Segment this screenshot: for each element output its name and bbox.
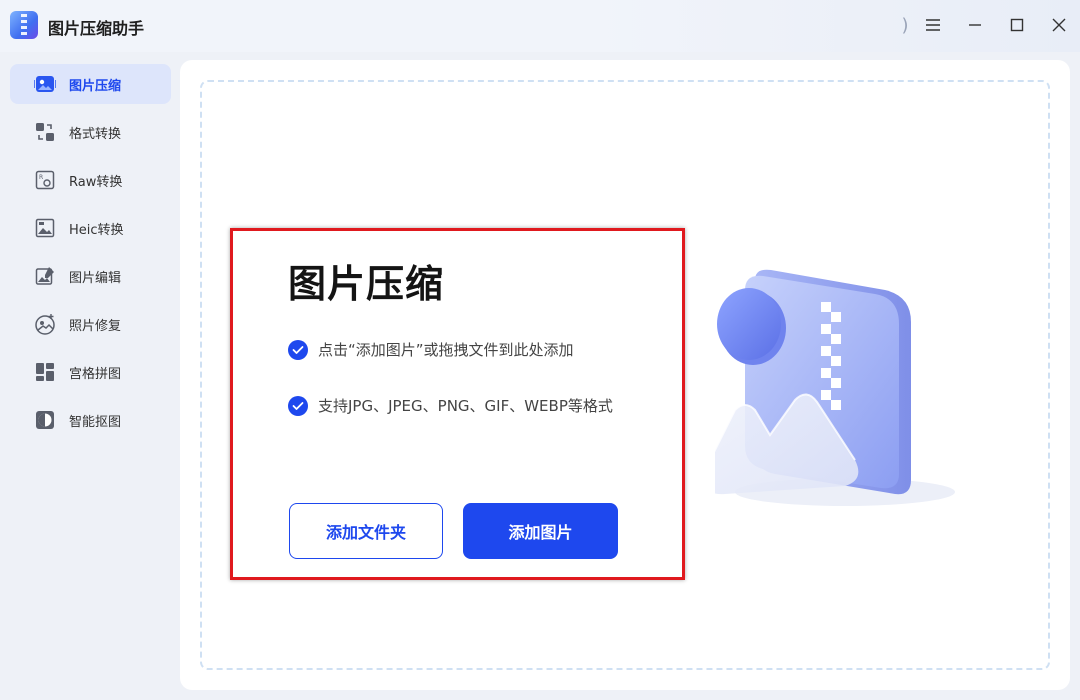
heic-convert-icon [34,217,56,239]
image-edit-icon [34,265,56,287]
partial-icon[interactable]: ) [892,12,918,38]
sidebar-item-image-compress[interactable]: 图片压缩 [10,64,171,104]
sidebar-item-grid-collage[interactable]: 宫格拼图 [10,352,171,392]
sidebar-item-smart-cutout[interactable]: 智能抠图 [10,400,171,440]
image-compress-icon [34,73,56,95]
photo-repair-icon [34,313,56,335]
sidebar-item-image-edit[interactable]: 图片编辑 [10,256,171,296]
close-button[interactable] [1046,12,1072,38]
format-convert-icon [34,121,56,143]
feature-item: 支持JPG、JPEG、PNG、GIF、WEBP等格式 [288,396,618,418]
sidebar-item-raw-convert[interactable]: R Raw转换 [10,160,171,200]
minimize-icon [969,24,981,26]
app-logo [10,11,38,39]
sidebar-item-heic-convert[interactable]: Heic转换 [10,208,171,248]
main-panel: 图片压缩 点击“添加图片”或拖拽文件到此处添加 支持JPG、JPEG、PNG、G… [180,60,1070,690]
feature-item: 点击“添加图片”或拖拽文件到此处添加 [288,340,618,362]
compress-illustration [715,269,955,506]
feature-text: 点击“添加图片”或拖拽文件到此处添加 [318,341,574,359]
app-title: 图片压缩助手 [48,19,145,38]
smart-cutout-icon [34,409,56,431]
add-folder-button[interactable]: 添加文件夹 [289,503,443,559]
add-image-button[interactable]: 添加图片 [463,503,618,559]
title-bar: 图片压缩助手 ) [0,0,1080,52]
raw-convert-icon: R [34,169,56,191]
menu-icon [926,19,940,31]
feature-text: 支持JPG、JPEG、PNG、GIF、WEBP等格式 [318,397,613,415]
check-icon [288,396,308,416]
sidebar: 图片压缩 格式转换 R Raw转换 Heic转换 图片编辑 照片修复 宫格拼图 [0,52,180,700]
maximize-button[interactable] [1004,12,1030,38]
sidebar-item-photo-repair[interactable]: 照片修复 [10,304,171,344]
sidebar-item-format-convert[interactable]: 格式转换 [10,112,171,152]
page-heading: 图片压缩 [288,262,445,306]
check-icon [288,340,308,360]
maximize-icon [1010,18,1024,32]
grid-collage-icon [34,361,56,383]
svg-text:R: R [39,174,43,181]
minimize-button[interactable] [962,12,988,38]
menu-button[interactable] [920,12,946,38]
close-icon [1052,18,1066,32]
